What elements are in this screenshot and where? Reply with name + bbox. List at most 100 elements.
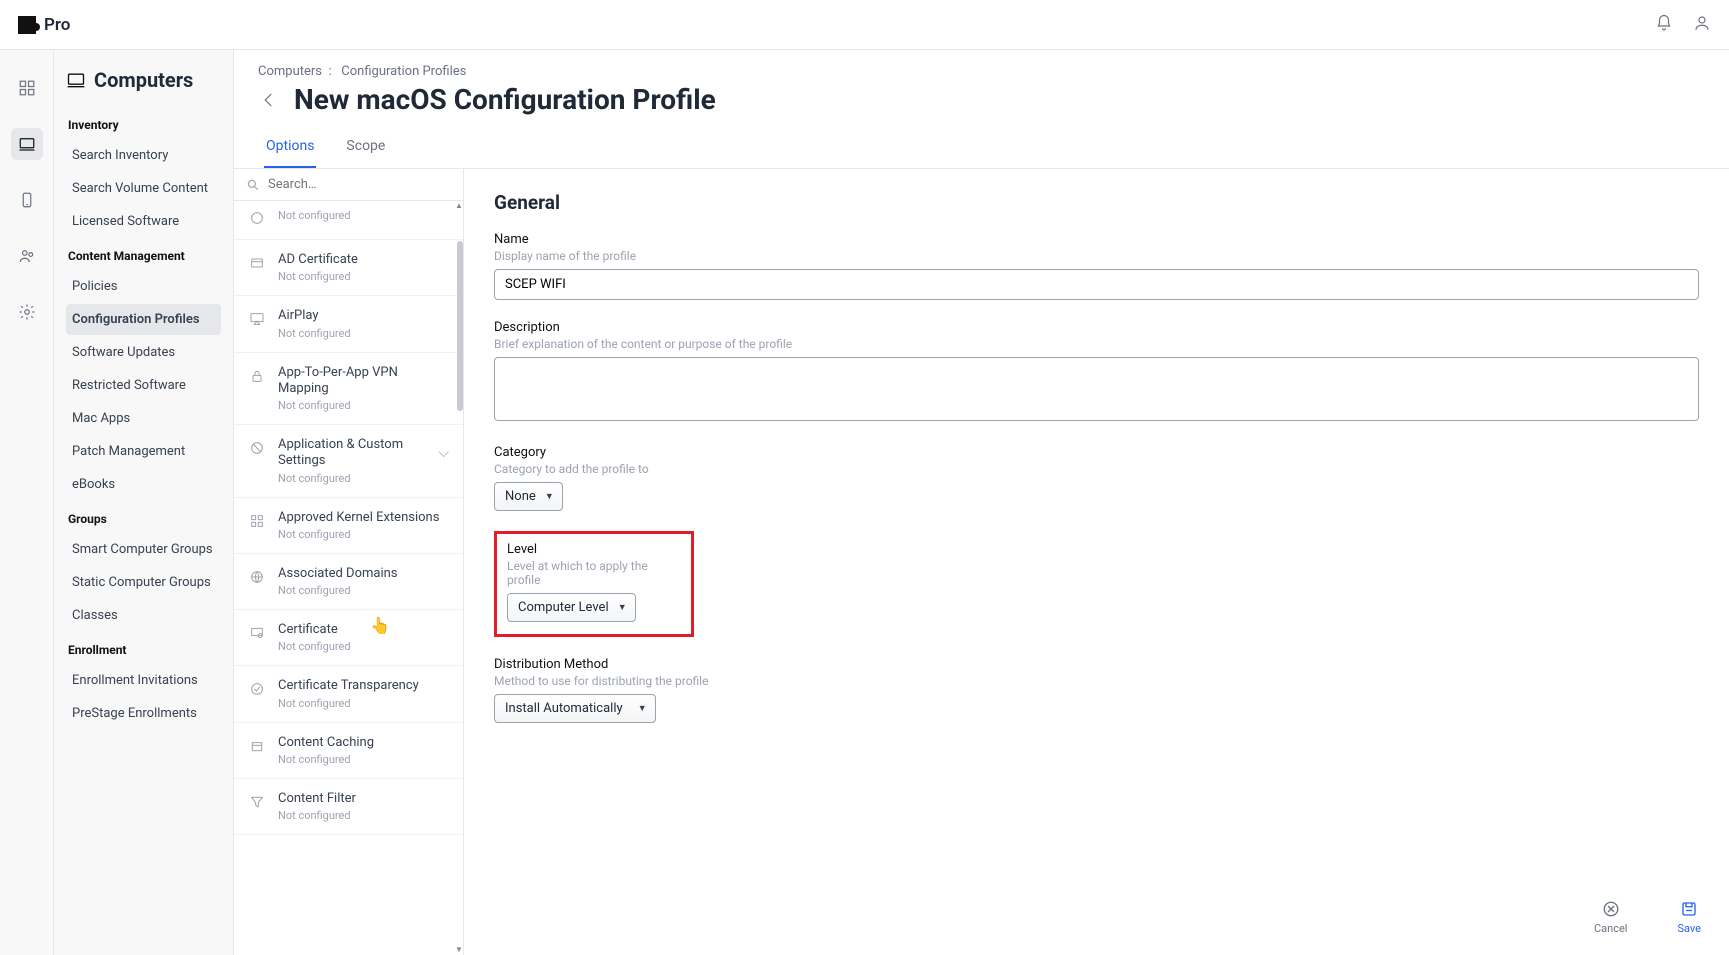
- payload-search-input[interactable]: [268, 177, 451, 192]
- payload-subtitle: Not configured: [278, 640, 449, 653]
- category-hint: Category to add the profile to: [494, 462, 1699, 476]
- payload-ad-certificate[interactable]: AD CertificateNot configured: [234, 240, 463, 296]
- payload-title: Content Filter: [278, 791, 449, 807]
- payload-app-to-per-app-vpn-mapping[interactable]: App-To-Per-App VPN MappingNot configured: [234, 353, 463, 426]
- side-item-classes[interactable]: Classes: [66, 600, 221, 631]
- rail-users[interactable]: [11, 240, 43, 272]
- payload-approved-kernel-extensions[interactable]: Approved Kernel Extensions Not configured: [234, 498, 463, 554]
- circle-icon: [248, 209, 266, 227]
- sidebar-title-text: Computers: [94, 68, 193, 92]
- brand: Pro: [18, 15, 70, 35]
- footer-actions: Cancel Save: [1594, 900, 1701, 935]
- distribution-label: Distribution Method: [494, 657, 1699, 672]
- rail-settings[interactable]: [11, 296, 43, 328]
- side-item-policies[interactable]: Policies: [66, 271, 221, 302]
- side-item-configuration-profiles[interactable]: Configuration Profiles: [66, 304, 221, 335]
- payload-subtitle: Not configured: [278, 528, 449, 541]
- scroll-up-arrow[interactable]: ▲: [455, 201, 463, 211]
- payload-subtitle: Not configured: [278, 327, 449, 340]
- scroll-down-arrow[interactable]: ▼: [455, 945, 463, 955]
- field-name: Name Display name of the profile: [494, 232, 1699, 300]
- globe-icon: [248, 568, 266, 586]
- side-section-content-management: Content Management: [68, 249, 219, 263]
- topbar-icons: [1655, 14, 1711, 36]
- payload-subtitle: Not configured: [278, 809, 449, 822]
- side-section-enrollment: Enrollment: [68, 643, 219, 657]
- back-button[interactable]: [258, 89, 280, 111]
- category-select[interactable]: None: [494, 482, 563, 511]
- level-label: Level: [507, 542, 681, 557]
- payload-accessibility[interactable]: Not configured: [234, 201, 463, 240]
- payload-title: App-To-Per-App VPN Mapping: [278, 365, 449, 398]
- payload-subtitle: Not configured: [278, 209, 449, 222]
- crumb-root[interactable]: Computers: [258, 64, 322, 79]
- side-item-restricted-software[interactable]: Restricted Software: [66, 370, 221, 401]
- payload-title: Content Caching: [278, 735, 449, 751]
- payload-text: Content CachingNot configured: [278, 735, 449, 766]
- payload-subtitle: Not configured: [278, 270, 449, 283]
- grid-icon: [248, 512, 266, 530]
- payload-content-filter[interactable]: Content Filter Not configured: [234, 779, 463, 835]
- tabs: Options Scope: [234, 126, 1729, 169]
- side-section-groups: Groups: [68, 512, 219, 526]
- field-description: Description Brief explanation of the con…: [494, 320, 1699, 425]
- side-item-software-updates[interactable]: Software Updates: [66, 337, 221, 368]
- rail-devices[interactable]: [11, 184, 43, 216]
- side-item-prestage-enrollments[interactable]: PreStage Enrollments: [66, 698, 221, 729]
- rail-computers[interactable]: [11, 128, 43, 160]
- name-input[interactable]: [494, 269, 1699, 300]
- payload-list[interactable]: Not configuredAD CertificateNot configur…: [234, 201, 463, 955]
- topbar: Pro: [0, 0, 1729, 50]
- description-input[interactable]: [494, 357, 1699, 421]
- side-section-inventory: Inventory: [68, 118, 219, 132]
- tab-options[interactable]: Options: [264, 126, 316, 168]
- payload-text: App-To-Per-App VPN MappingNot configured: [278, 365, 449, 413]
- sidebar: Computers Inventory Search InventorySearc…: [54, 50, 234, 955]
- payload-text: Content Filter Not configured: [278, 791, 449, 822]
- side-item-search-volume-content[interactable]: Search Volume Content: [66, 173, 221, 204]
- payload-application-custom-settings[interactable]: Application & Custom SettingsNot configu…: [234, 425, 463, 498]
- scroll-thumb[interactable]: [457, 241, 463, 411]
- distribution-select[interactable]: Install Automatically: [494, 694, 656, 723]
- page-title: New macOS Configuration Profile: [294, 83, 716, 116]
- box-icon: [248, 737, 266, 755]
- level-highlight: Level Level at which to apply the profil…: [494, 531, 694, 637]
- payload-title: Certificate: [278, 622, 449, 638]
- scrollbar[interactable]: ▲ ▼: [455, 201, 463, 955]
- payload-subtitle: Not configured: [278, 697, 449, 710]
- side-item-smart-computer-groups[interactable]: Smart Computer Groups: [66, 534, 221, 565]
- user-icon[interactable]: [1693, 14, 1711, 36]
- side-item-mac-apps[interactable]: Mac Apps: [66, 403, 221, 434]
- ban-icon: [248, 439, 266, 457]
- payload-subtitle: Not configured: [278, 584, 449, 597]
- side-item-patch-management[interactable]: Patch Management: [66, 436, 221, 467]
- name-label: Name: [494, 232, 1699, 247]
- payload-title: Approved Kernel Extensions: [278, 510, 449, 526]
- payload-title: Associated Domains: [278, 566, 449, 582]
- payload-text: Associated Domains Not configured: [278, 566, 449, 597]
- side-item-enrollment-invitations[interactable]: Enrollment Invitations: [66, 665, 221, 696]
- payload-subtitle: Not configured: [278, 472, 426, 485]
- rail-dashboard[interactable]: [11, 72, 43, 104]
- payload-text: Application & Custom SettingsNot configu…: [278, 437, 426, 485]
- payload-content-caching[interactable]: Content CachingNot configured: [234, 723, 463, 779]
- side-item-static-computer-groups[interactable]: Static Computer Groups: [66, 567, 221, 598]
- payload-associated-domains[interactable]: Associated Domains Not configured: [234, 554, 463, 610]
- payload-certificate-transparency[interactable]: Certificate TransparencyNot configured: [234, 666, 463, 722]
- field-category: Category Category to add the profile to …: [494, 445, 1699, 511]
- crumb-sep: :: [325, 64, 341, 79]
- side-item-search-inventory[interactable]: Search Inventory: [66, 140, 221, 171]
- bell-icon[interactable]: [1655, 14, 1673, 36]
- payload-certificate[interactable]: Certificate Not configured: [234, 610, 463, 666]
- payload-airplay[interactable]: AirPlayNot configured: [234, 296, 463, 352]
- side-item-licensed-software[interactable]: Licensed Software: [66, 206, 221, 237]
- level-select[interactable]: Computer Level: [507, 593, 636, 622]
- brand-logo-icon: [18, 16, 36, 34]
- tab-scope[interactable]: Scope: [344, 126, 387, 168]
- name-hint: Display name of the profile: [494, 249, 1699, 263]
- side-item-ebooks[interactable]: eBooks: [66, 469, 221, 500]
- cancel-label: Cancel: [1594, 922, 1627, 935]
- cancel-button[interactable]: Cancel: [1594, 900, 1627, 935]
- level-value: Computer Level: [518, 600, 609, 615]
- save-button[interactable]: Save: [1677, 900, 1701, 935]
